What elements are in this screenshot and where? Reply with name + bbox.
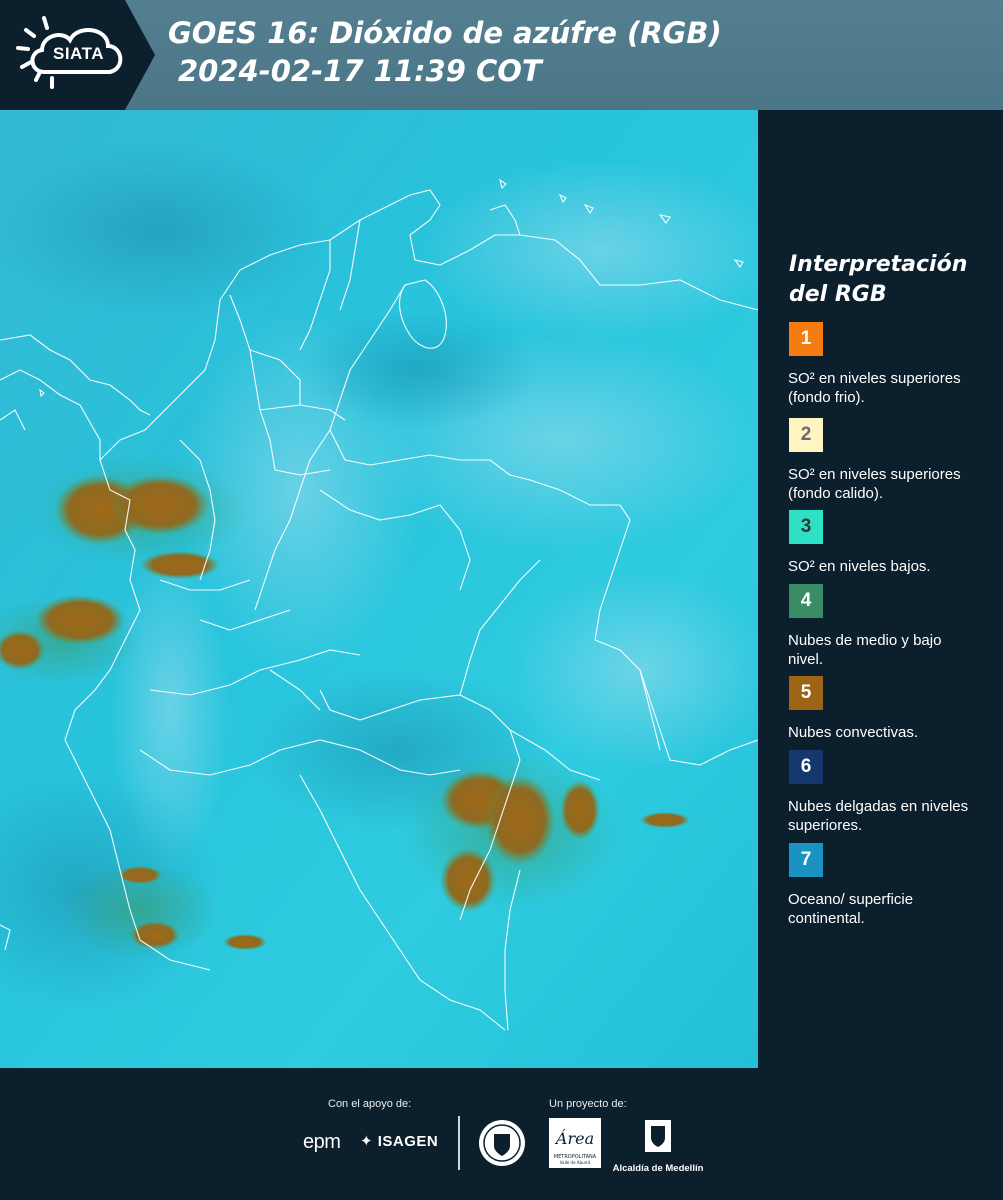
timestamp: 2024-02-17 11:39 COT xyxy=(178,54,542,88)
medellin-seal-icon xyxy=(479,1120,525,1166)
legend-item-3: 3 SO² en niveles bajos. xyxy=(788,510,978,576)
legend-item-5: 5 Nubes convectivas. xyxy=(788,676,978,742)
alcaldia-label: Alcaldía de Medellín xyxy=(612,1163,704,1174)
header-bar: SIATA GOES 16: Dióxido de azúfre (RGB) 2… xyxy=(0,0,1003,110)
footer: Con el apoyo de: Un proyecto de: epm ✦ I… xyxy=(0,1068,1003,1200)
support-label: Con el apoyo de: xyxy=(328,1098,412,1110)
isagen-logo-text: ISAGEN xyxy=(377,1133,439,1150)
legend-swatch: 6 xyxy=(789,750,823,784)
legend-label: SO² en niveles superiores (fondo frio). xyxy=(788,370,961,406)
isagen-logo: ✦ ISAGEN xyxy=(360,1133,439,1150)
footer-divider xyxy=(458,1116,460,1170)
legend-swatch: 1 xyxy=(789,322,823,356)
legend-label: SO² en niveles bajos. xyxy=(788,558,931,575)
svg-text:Valle de Aburrá: Valle de Aburrá xyxy=(560,1160,591,1165)
svg-text:Área: Área xyxy=(554,1128,594,1148)
legend-panel: Interpretación del RGB 1 SO² en niveles … xyxy=(758,110,1003,1068)
epm-logo: epm xyxy=(303,1131,341,1153)
alcaldia-logo: Alcaldía de Medellín xyxy=(612,1118,704,1174)
legend-item-7: 7 Oceano/ superficie continental. xyxy=(788,843,978,928)
satellite-map xyxy=(0,110,758,1068)
legend-label: Nubes delgadas en niveles superiores. xyxy=(788,798,969,834)
area-metropolitana-logo: Área METROPOLITANA Valle de Aburrá xyxy=(549,1118,601,1173)
legend-swatch: 2 xyxy=(789,418,823,452)
legend-item-4: 4 Nubes de medio y bajo nivel. xyxy=(788,584,978,669)
siata-logo: SIATA xyxy=(0,0,155,110)
legend-swatch: 7 xyxy=(789,843,823,877)
legend-item-2: 2 SO² en niveles superiores (fondo calid… xyxy=(788,418,978,503)
legend-swatch: 4 xyxy=(789,584,823,618)
project-label: Un proyecto de: xyxy=(549,1098,627,1110)
page-title: GOES 16: Dióxido de azúfre (RGB) xyxy=(168,16,722,50)
legend-swatch: 5 xyxy=(789,676,823,710)
legend-label: Oceano/ superficie continental. xyxy=(788,891,914,927)
legend-label: Nubes de medio y bajo nivel. xyxy=(788,632,942,668)
legend-title: Interpretación del RGB xyxy=(789,252,968,307)
siata-logo-text: SIATA xyxy=(53,44,104,63)
alcaldia-shield-icon xyxy=(645,1120,671,1152)
legend-item-1: 1 SO² en niveles superiores (fondo frio)… xyxy=(788,322,978,407)
legend-label: SO² en niveles superiores (fondo calido)… xyxy=(788,466,961,502)
legend-label: Nubes convectivas. xyxy=(788,724,919,741)
legend-swatch: 3 xyxy=(789,510,823,544)
legend-item-6: 6 Nubes delgadas en niveles superiores. xyxy=(788,750,978,835)
